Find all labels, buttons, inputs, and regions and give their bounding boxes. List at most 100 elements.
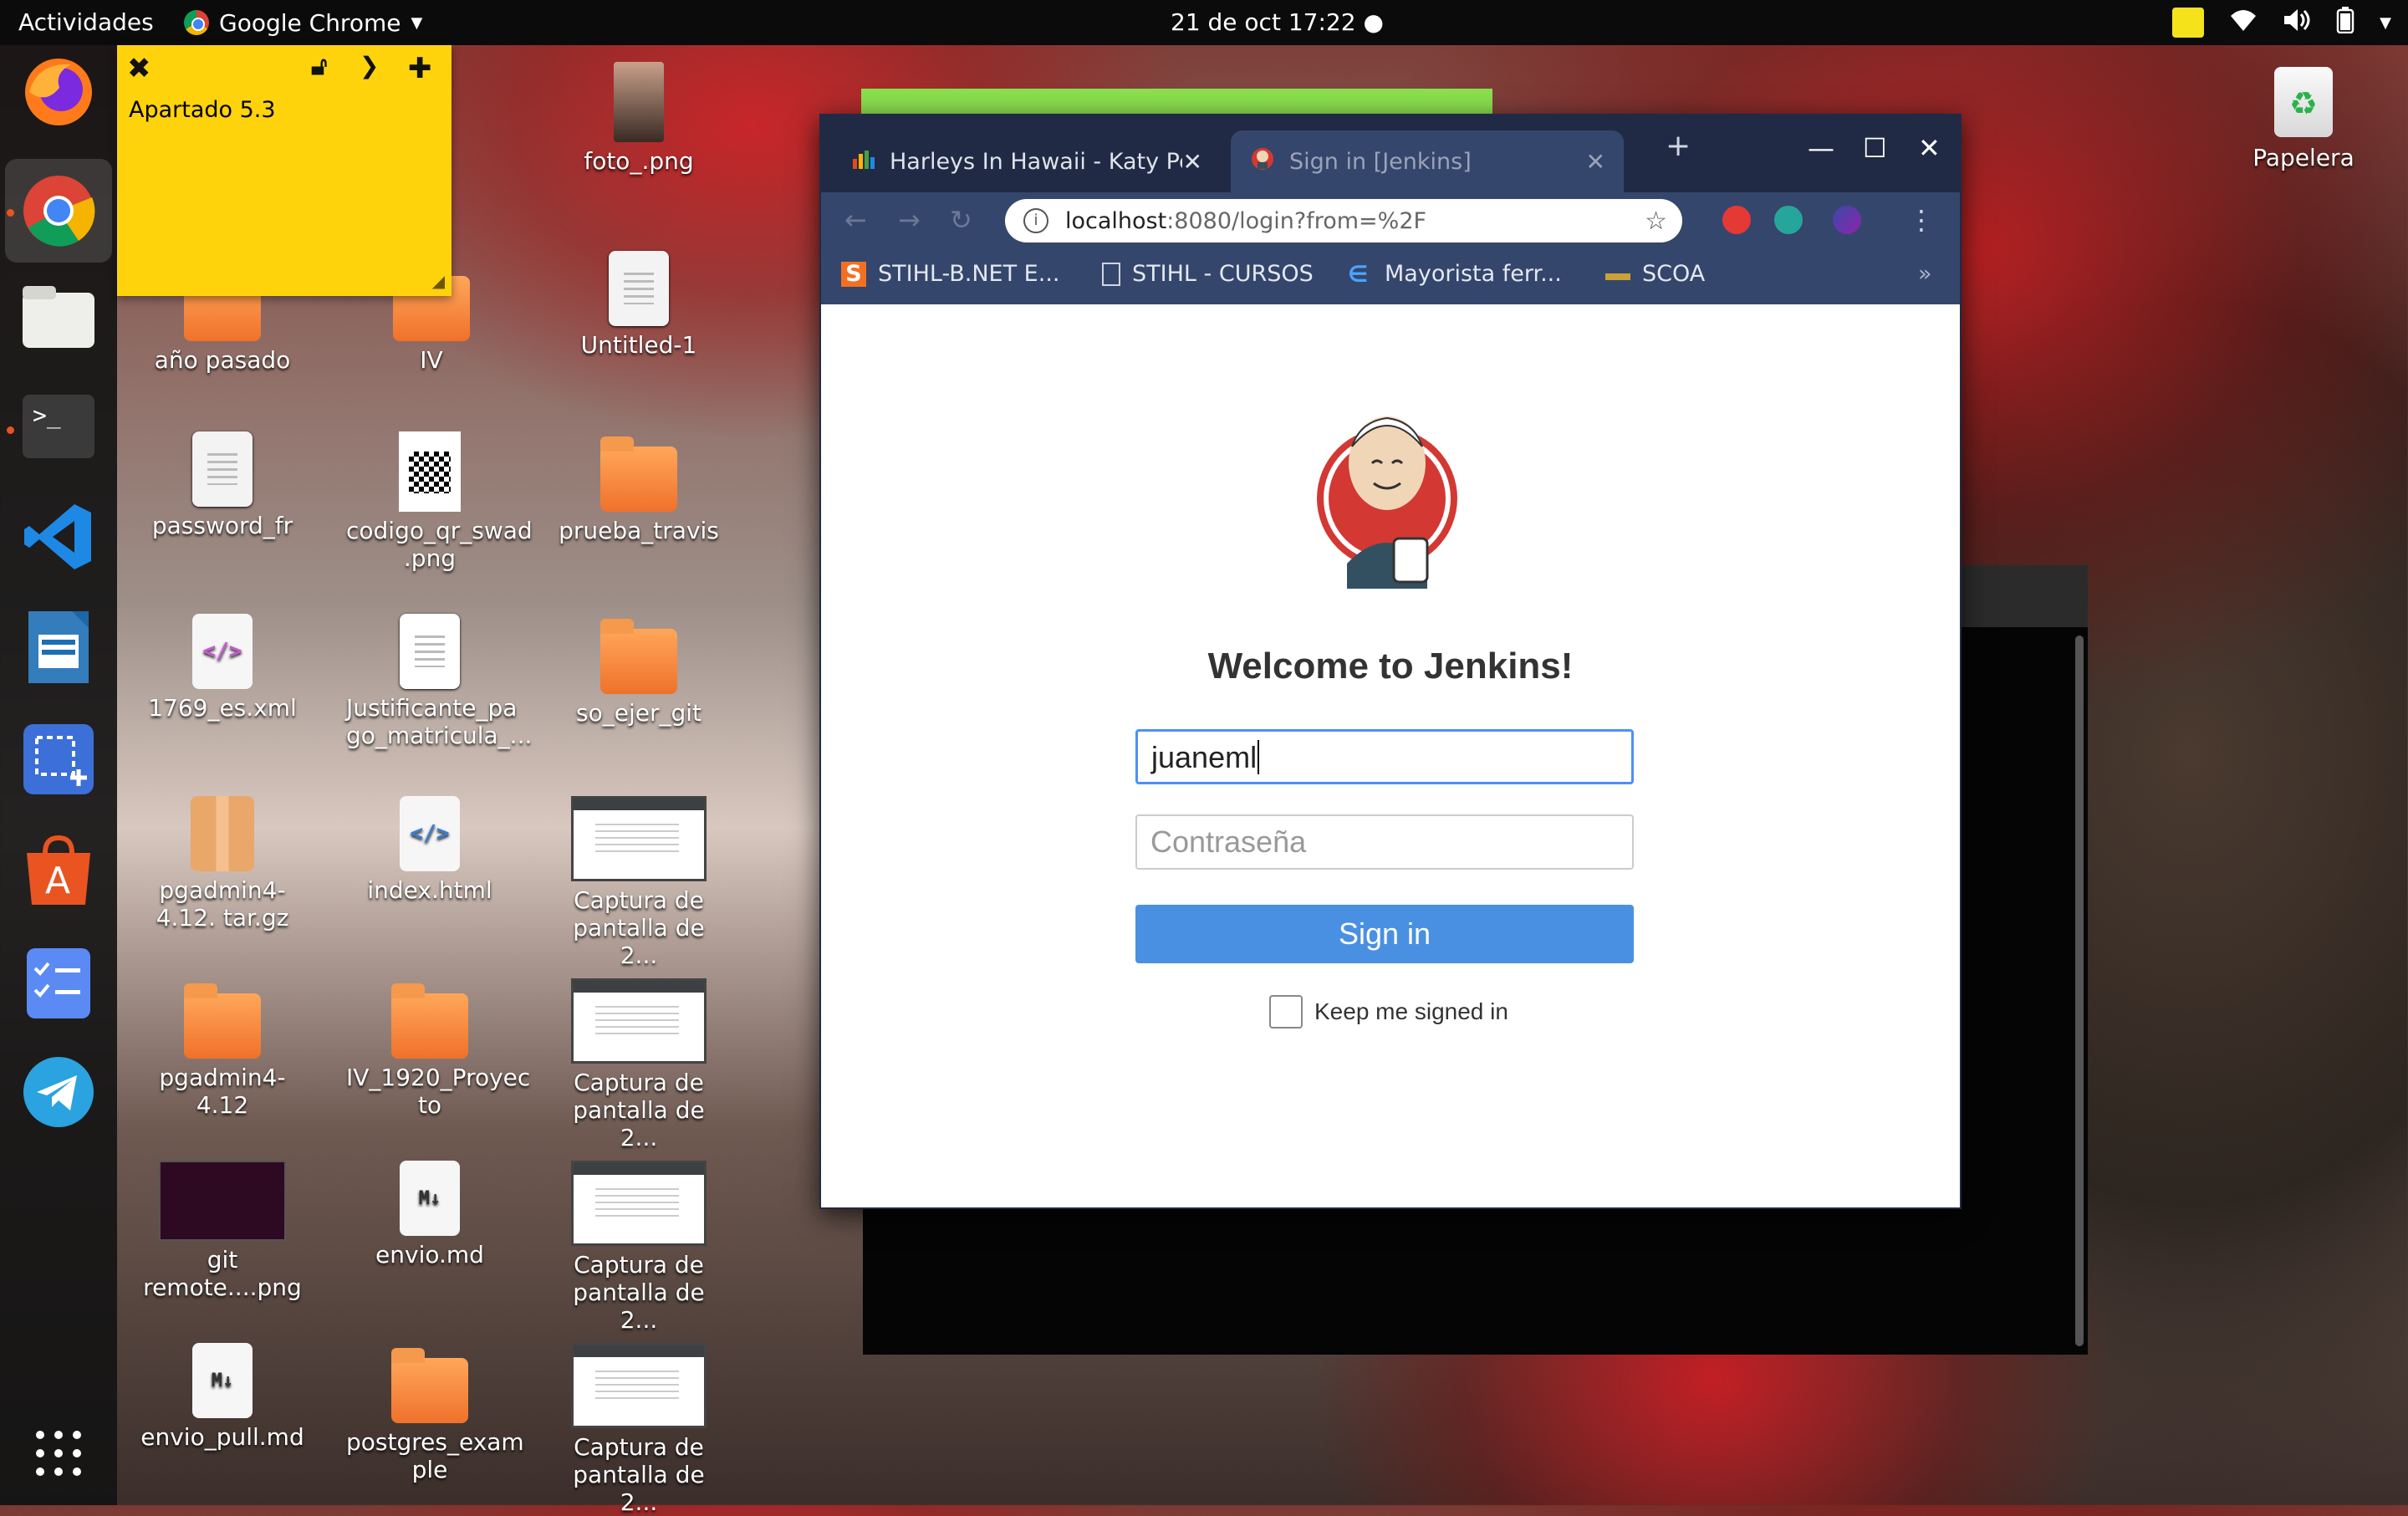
site-info-icon[interactable]: i	[1023, 208, 1048, 233]
clock[interactable]: 21 de oct 17:22 ●	[1171, 0, 1384, 45]
bookmark-star-icon[interactable]: ☆	[1645, 207, 1667, 236]
menu-kebab-icon[interactable]: ⋮	[1908, 204, 1935, 236]
terminal-icon: >_	[23, 395, 94, 458]
new-tab-icon[interactable]: +	[1666, 129, 1691, 163]
screenshot-thumbnail-icon	[571, 1343, 707, 1428]
sticky-note-text[interactable]: Apartado 5.3	[129, 97, 276, 123]
bookmark-item[interactable]: S STIHL-B.NET E...	[841, 261, 1060, 287]
dock-show-apps[interactable]	[18, 1413, 99, 1493]
app-menu[interactable]: Google Chrome ▼	[184, 0, 422, 45]
dock-firefox[interactable]	[18, 52, 99, 132]
desktop-icon-index-html[interactable]: </> index.html	[346, 796, 513, 904]
username-input[interactable]: juaneml	[1135, 729, 1634, 784]
add-note-icon[interactable]: ✚	[408, 52, 432, 85]
desktop-icon-pgadmin-tar[interactable]: pgadmin4-4.12. tar.gz	[139, 796, 306, 932]
scoa-favicon-icon	[1605, 273, 1630, 280]
tab-harleys[interactable]: Harleys In Hawaii - Katy Pe ✕	[836, 130, 1221, 192]
dock-writer[interactable]	[18, 607, 99, 687]
bookmark-label: STIHL-B.NET E...	[878, 261, 1060, 287]
activities-button[interactable]: Actividades	[18, 0, 154, 45]
desktop-icon-untitled[interactable]: Untitled-1	[555, 251, 722, 359]
close-window-icon[interactable]: ✕	[1918, 132, 1941, 164]
dock-screenshot[interactable]	[18, 719, 99, 799]
page-content: Welcome to Jenkins! juaneml Contraseña S…	[821, 304, 1960, 1207]
jenkins-favicon-icon	[1251, 147, 1274, 176]
document-icon	[609, 251, 669, 326]
close-tab-icon[interactable]: ✕	[1183, 148, 1202, 176]
address-bar[interactable]: i localhost:8080/login?from=%2F ☆	[1005, 199, 1682, 242]
dock-chrome[interactable]	[5, 159, 112, 263]
sticky-note[interactable]: ✖ 🔓︎ ❯ ✚ Apartado 5.3 ◢	[117, 45, 452, 296]
welcome-heading: Welcome to Jenkins!	[1207, 646, 1574, 687]
profile-avatar[interactable]	[1833, 206, 1861, 234]
text-cursor	[1258, 740, 1260, 774]
desktop-icon-label: postgres_exam ple	[346, 1428, 524, 1483]
maximize-icon[interactable]: ☐	[1863, 132, 1887, 164]
desktop-icon-captura-3[interactable]: Captura de pantalla de 2...	[555, 1161, 722, 1334]
desktop-icon-xml[interactable]: </> 1769_es.xml	[139, 614, 306, 722]
desktop-icon-so-ejer-git[interactable]: so_ejer_git	[555, 619, 722, 727]
keep-signed-in[interactable]: Keep me signed in	[1269, 995, 1508, 1029]
desktop-icon-label: 1769_es.xml	[148, 694, 297, 722]
close-tab-icon[interactable]: ✕	[1586, 148, 1605, 176]
bookmark-item[interactable]: ∈ Mayorista ferr...	[1348, 261, 1562, 288]
folder-icon	[184, 983, 261, 1059]
running-indicator	[7, 426, 14, 434]
back-icon[interactable]: ←	[844, 204, 867, 236]
username-value: juaneml	[1151, 740, 1258, 774]
tab-jenkins[interactable]: Sign in [Jenkins] ✕	[1231, 130, 1624, 192]
desktop-icon-pgadmin[interactable]: pgadmin4-4.12	[139, 983, 306, 1119]
desktop-icon-codigo-qr[interactable]: codigo_qr_swad .png	[346, 431, 533, 572]
close-icon[interactable]: ✖	[127, 52, 151, 85]
sticky-notes-indicator-icon[interactable]	[2172, 8, 2205, 38]
folder-icon	[391, 1348, 468, 1423]
bookmark-item[interactable]: STIHL - CURSOS	[1102, 261, 1314, 287]
desktop-icon-justificante[interactable]: Justificante_pa go_matricula_...	[346, 614, 532, 749]
sign-in-button[interactable]: Sign in	[1135, 905, 1634, 963]
password-input[interactable]: Contraseña	[1135, 814, 1634, 870]
desktop-icon-envio-pull[interactable]: M↓ envio_pull.md	[139, 1343, 306, 1451]
desktop-icon-envio-md[interactable]: M↓ envio.md	[346, 1161, 513, 1268]
markdown-file-icon: M↓	[400, 1161, 460, 1236]
chrome-icon	[23, 176, 95, 247]
show-apps-icon	[36, 1431, 81, 1476]
dock-files[interactable]	[18, 278, 99, 358]
chevron-down-icon[interactable]: ❯	[360, 52, 379, 79]
desktop-icon-captura-1[interactable]: Captura de pantalla de 2...	[555, 796, 722, 969]
desktop-icon-postgres[interactable]: postgres_exam ple	[346, 1348, 524, 1483]
clock-text: 21 de oct 17:22	[1171, 8, 1356, 36]
folder-icon	[600, 619, 677, 694]
reload-icon[interactable]: ↻	[950, 204, 972, 236]
extension-icon[interactable]	[1774, 206, 1803, 234]
jenkins-logo	[1314, 396, 1461, 600]
notification-dot-icon: ●	[1363, 8, 1384, 36]
minimize-icon[interactable]: —	[1808, 132, 1834, 164]
keep-signed-in-checkbox[interactable]	[1269, 995, 1303, 1029]
bookmarks-overflow-icon[interactable]: »	[1918, 261, 1932, 287]
desktop-icon-prueba-travis[interactable]: prueba_travis	[555, 436, 722, 544]
bookmark-item[interactable]: SCOA	[1605, 261, 1705, 287]
desktop-icon-password-fr[interactable]: password_fr	[139, 431, 306, 539]
resize-grip-icon[interactable]: ◢	[432, 271, 445, 291]
dock-todo[interactable]	[18, 943, 99, 1023]
system-tray[interactable]: ▼	[2172, 0, 2391, 45]
dock-software[interactable]: A	[18, 831, 99, 911]
telegram-icon	[23, 1057, 94, 1127]
desktop-icon-foto[interactable]: foto_.png	[555, 62, 722, 175]
adblock-extension-icon[interactable]	[1722, 206, 1751, 234]
screenshot-thumbnail-icon	[571, 796, 707, 881]
desktop-icon-captura-2[interactable]: Captura de pantalla de 2...	[555, 978, 722, 1151]
dock-terminal[interactable]: >_	[18, 386, 99, 467]
scrollbar[interactable]	[2075, 635, 2084, 1346]
dock-vscode[interactable]	[18, 497, 99, 577]
desktop-icon-git-remote[interactable]: git remote....png	[139, 1161, 306, 1301]
desktop-icon-label: pgadmin4-4.12	[159, 1064, 286, 1119]
desktop-icon-label: Captura de pantalla de 2...	[573, 886, 705, 969]
dock-telegram[interactable]	[18, 1052, 99, 1132]
desktop-icon-trash[interactable]: ♻ Papelera	[2224, 67, 2383, 171]
desktop-icon-iv-proyecto[interactable]: IV_1920_Proyec to	[346, 983, 530, 1119]
page-icon	[1102, 262, 1120, 286]
forward-icon[interactable]: →	[898, 204, 921, 236]
unlock-icon[interactable]: 🔓︎	[311, 52, 327, 81]
desktop-icon-captura-4[interactable]: Captura de pantalla de 2...	[555, 1343, 722, 1516]
